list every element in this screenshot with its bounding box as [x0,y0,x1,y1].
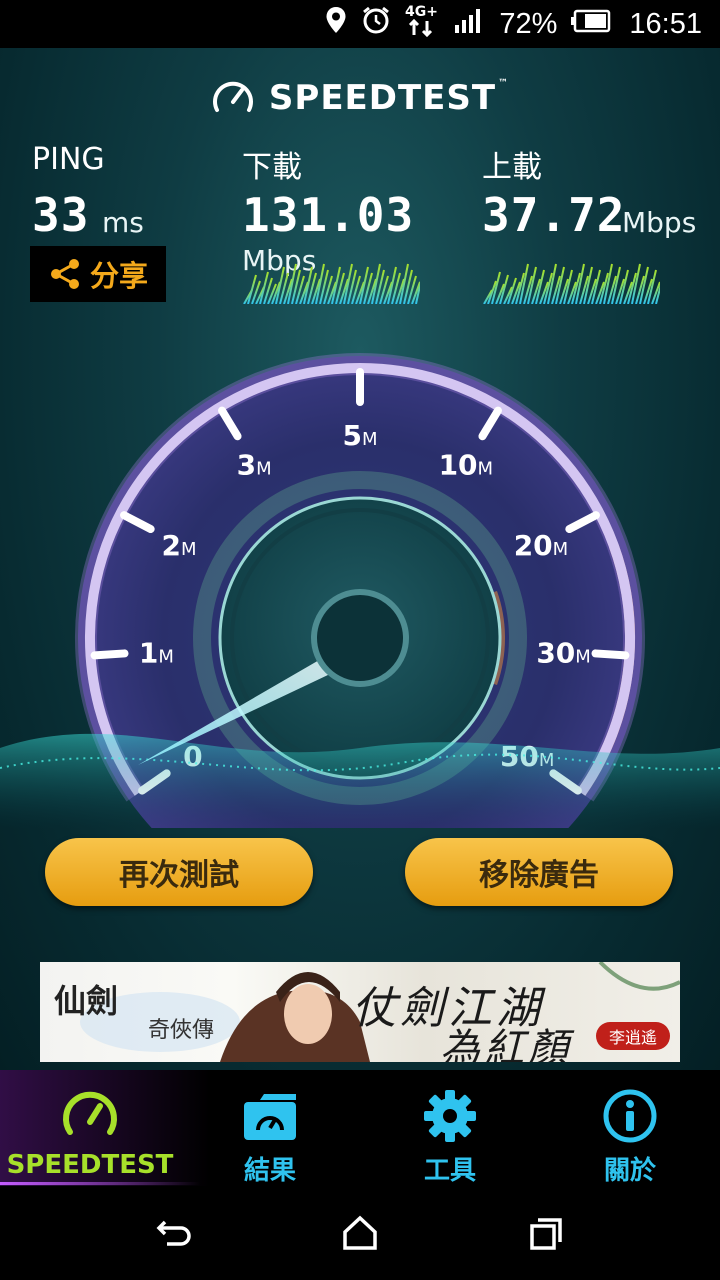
sparkline-bar [399,263,409,304]
status-bar: 4G+ 72% 16:51 [0,0,720,48]
nav-label-about: 關於 [603,1156,656,1186]
sparkline-bar [343,263,353,304]
logo-text: SPEEDTEST ™ [269,78,509,118]
gauge-tick [90,649,129,660]
sparkline-bar [387,266,397,304]
ad-game-title: 仙劍 [54,982,119,1020]
remove-ads-button[interactable]: 移除廣告 [405,838,673,906]
ping-value: 33 [32,188,90,242]
sparkline-bar [359,266,369,304]
network-type-label: 4G+ [405,4,438,20]
app-logo: SPEEDTEST ™ [0,76,720,120]
upload-sparkline [483,263,660,304]
sparkline-bar [331,266,341,304]
signal-icon [455,7,485,41]
battery-percent: 72% [499,7,558,40]
back-icon[interactable] [155,1216,195,1252]
network-icon: 4G+ [405,3,441,45]
speedometer-icon [63,1091,117,1135]
info-icon [603,1089,657,1143]
system-nav-bar [0,1186,720,1280]
ad-slogan-line2: 為紅顏 [440,1026,572,1062]
nav-about[interactable]: 關於 [540,1070,720,1186]
ad-game-subtitle: 奇俠傳 [148,1018,215,1043]
upload-value: 37.72 [482,188,626,242]
alarm-icon [361,5,391,43]
share-button[interactable]: 分享 [30,246,166,302]
gauge-hub [311,589,409,687]
sparkline-bar [315,263,325,304]
nav-results[interactable]: 結果 [180,1070,360,1186]
retest-button[interactable]: 再次測試 [45,838,313,906]
trademark: ™ [498,78,510,89]
ping-label: PING [32,142,105,177]
ad-seal: 李逍遙 [596,1022,670,1050]
speed-gauge: 01M2M3M5M10M20M30M50M [0,353,720,828]
sparkline-bar [259,271,269,304]
sparkline-bar [371,263,381,304]
upload-unit: Mbps [622,206,697,239]
results-folder-icon [244,1094,296,1140]
gear-icon [424,1090,476,1142]
home-icon[interactable] [340,1214,380,1252]
location-icon [325,6,347,42]
ad-banner[interactable]: 仙劍 奇俠傳 仗劍江湖 為紅顏 李逍遙 [40,962,680,1062]
share-icon [50,259,79,289]
nav-label-results: 結果 [243,1156,296,1186]
download-sparkline [243,263,420,304]
download-label: 下載 [242,150,302,185]
nav-label-speedtest: SPEEDTEST [6,1150,174,1180]
active-tab-underline [0,1182,200,1185]
battery-icon [571,8,611,41]
nav-label-tools: 工具 [423,1156,476,1186]
download-value: 131.03 [242,188,415,242]
speedtest-main: SPEEDTEST ™ PING 33 ms 下載 131.03 Mbps 上載 … [0,48,720,1070]
gauge-tick [591,649,630,660]
sparkline-bar [247,274,257,304]
share-label: 分享 [89,259,148,293]
bottom-nav: SPEEDTEST 結果 工具 關於 [0,1070,720,1186]
sparkline-bar [287,263,297,304]
sparkline-bar [303,266,313,304]
sparkline-bar [275,266,285,304]
recent-apps-icon[interactable] [528,1216,564,1252]
upload-label: 上載 [482,150,542,185]
nav-tools[interactable]: 工具 [360,1070,540,1186]
logo-wordmark: SPEEDTEST [268,78,497,118]
ping-unit: ms [102,206,144,239]
clock: 16:51 [629,7,702,40]
speedometer-logo-icon [212,81,253,112]
nav-speedtest[interactable]: SPEEDTEST [0,1070,210,1186]
